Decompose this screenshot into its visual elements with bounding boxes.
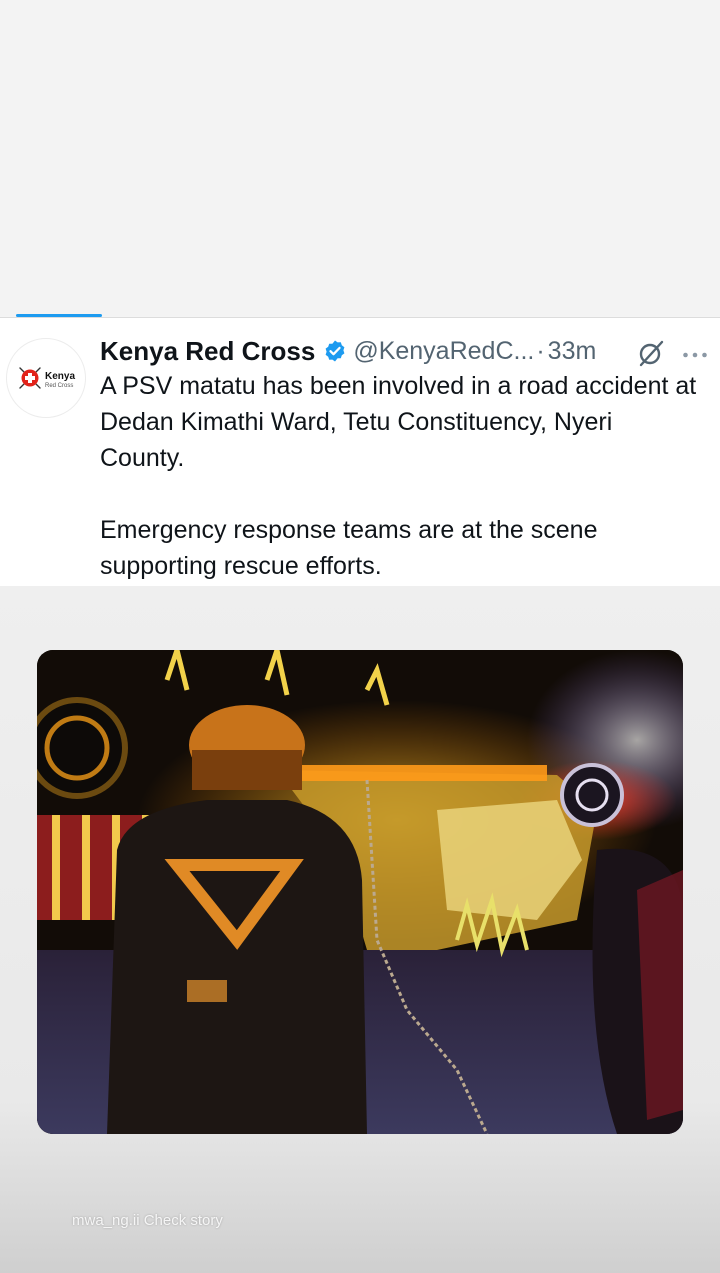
avatar-line1: Kenya [45, 371, 76, 382]
accident-scene-image [37, 650, 683, 1134]
tweet-paragraph-2: Emergency response teams are at the scen… [100, 516, 598, 580]
avatar[interactable]: Kenya Red Cross [6, 338, 86, 418]
story-caption[interactable]: mwa_ng.ii Check story [72, 1212, 223, 1229]
tweet-card[interactable]: Kenya Red Cross Kenya Red Cross @KenyaRe… [0, 318, 720, 586]
tweet-paragraph-1: A PSV matatu has been involved in a road… [100, 372, 697, 472]
avatar-wordmark: Kenya Red Cross [45, 371, 76, 390]
tweet-header: Kenya Red Cross @KenyaRedC... · 33m [100, 334, 596, 368]
author-handle[interactable]: @KenyaRedC... [353, 337, 534, 366]
avatar-line2: Red Cross [45, 383, 74, 389]
red-cross-logo-icon [19, 367, 41, 389]
tweet-text: A PSV matatu has been involved in a road… [100, 368, 700, 584]
tweet-timestamp[interactable]: 33m [548, 337, 597, 366]
verified-badge-icon [323, 339, 347, 363]
tweet-media-photo[interactable] [37, 650, 683, 1134]
author-name[interactable]: Kenya Red Cross [100, 336, 315, 367]
story-top-blank-area [0, 0, 720, 316]
more-options-icon[interactable] [682, 346, 708, 364]
separator-dot: · [536, 336, 545, 365]
